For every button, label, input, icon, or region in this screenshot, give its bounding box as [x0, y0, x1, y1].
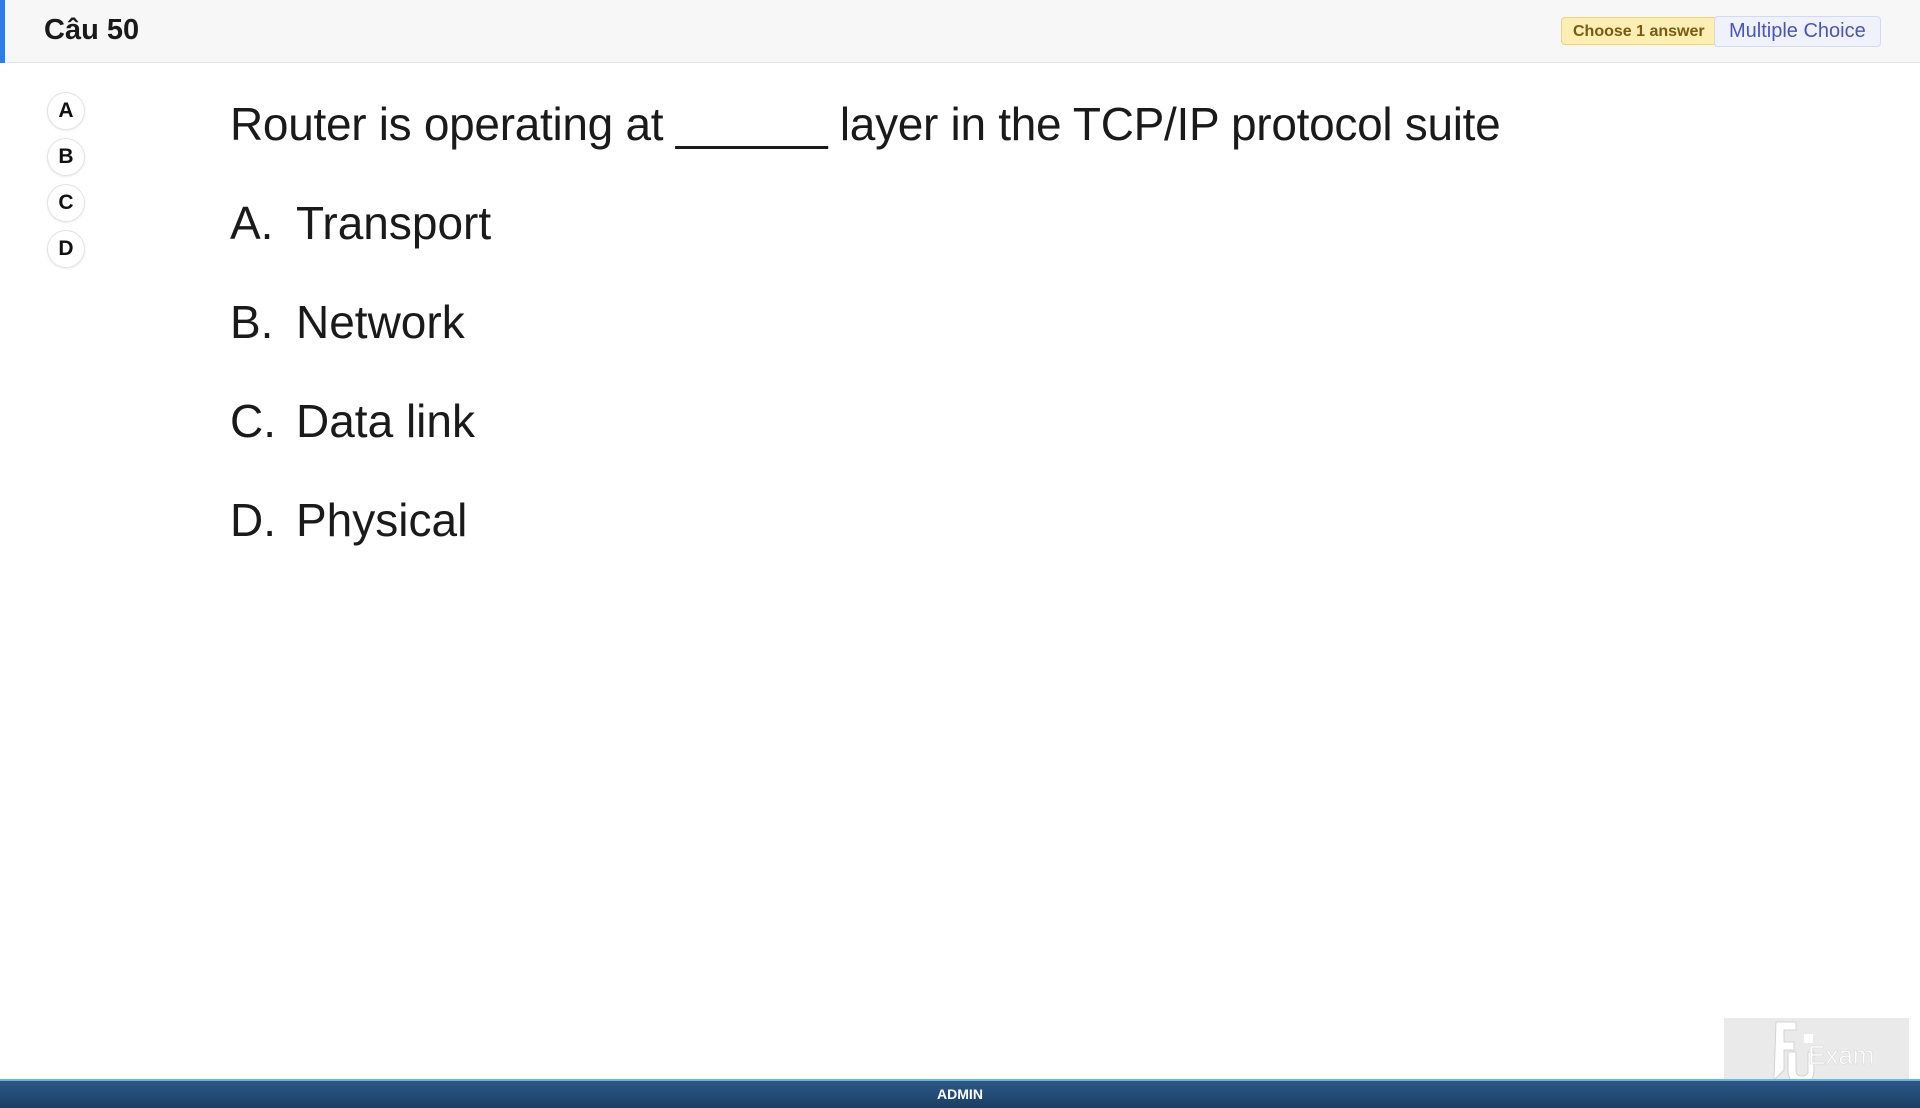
question-choice-d: D. Physical: [230, 494, 467, 546]
question-text: Router is operating at ______ layer in t…: [230, 98, 1501, 150]
choose-answer-badge: Choose 1 answer: [1561, 17, 1717, 45]
header-accent-bar: [0, 0, 5, 63]
choice-letter: B.: [230, 296, 274, 348]
fu-exam-logo: Exam: [1724, 1018, 1909, 1088]
question-type-badge: Multiple Choice: [1714, 16, 1881, 47]
footer-user-label: ADMIN: [937, 1086, 983, 1102]
answer-option-c[interactable]: C: [47, 184, 85, 222]
answer-option-d[interactable]: D: [47, 230, 85, 268]
question-choice-b: B. Network: [230, 296, 465, 348]
question-image: Router is operating at ______ layer in t…: [200, 80, 1600, 580]
question-choice-a: A. Transport: [230, 197, 491, 249]
svg-text:Exam: Exam: [1808, 1040, 1874, 1070]
choice-text: Network: [296, 296, 465, 348]
answer-option-b[interactable]: B: [47, 138, 85, 176]
choice-text: Data link: [296, 395, 475, 447]
choice-letter: A.: [230, 197, 274, 249]
question-header: Câu 50 Choose 1 answer Multiple Choice: [0, 0, 1920, 63]
choice-text: Transport: [296, 197, 492, 249]
choice-letter: C.: [230, 395, 276, 447]
fu-exam-logo-icon: Exam: [1773, 1021, 1875, 1085]
choice-text: Physical: [296, 494, 468, 546]
question-number: Câu 50: [44, 14, 140, 46]
answer-option-list: A B C D: [47, 92, 87, 276]
question-choice-c: C. Data link: [230, 395, 475, 447]
choice-letter: D.: [230, 494, 276, 546]
answer-option-a[interactable]: A: [47, 92, 85, 130]
footer-bar: ADMIN: [0, 1079, 1920, 1108]
